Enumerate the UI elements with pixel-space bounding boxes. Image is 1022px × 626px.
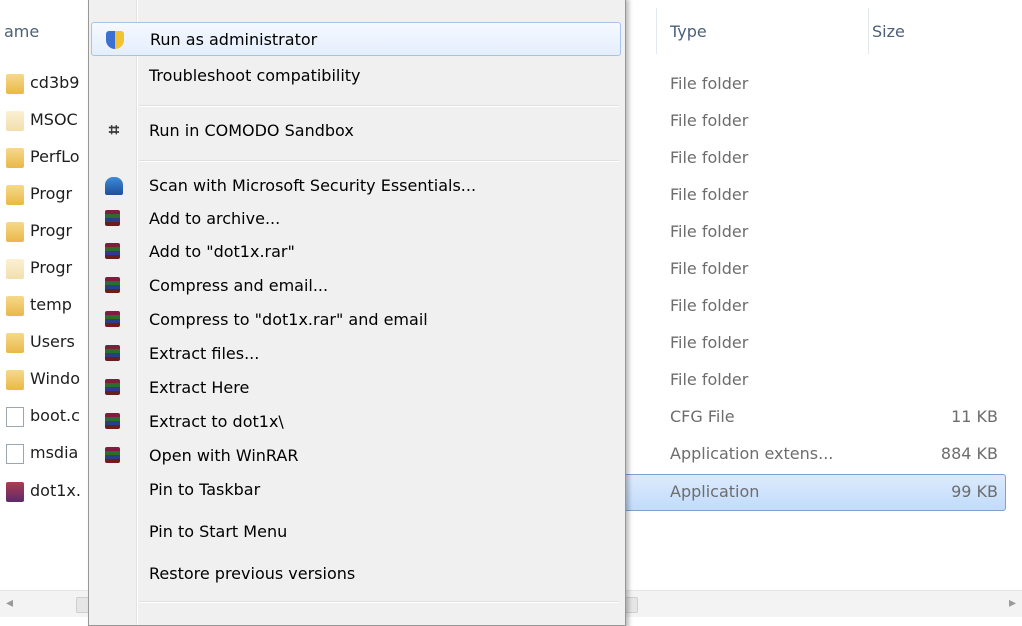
menu-item-label: Extract Here	[149, 378, 250, 397]
menu-item-compress-to-rar-and-email[interactable]: Compress to "dot1x.rar" and email	[91, 303, 621, 337]
file-name: msdia	[30, 443, 79, 462]
file-type: File folder	[670, 74, 749, 93]
folder-icon	[6, 333, 24, 353]
winrar-icon	[105, 311, 120, 327]
winrar-icon	[105, 243, 120, 259]
app-icon	[6, 482, 24, 502]
menu-separator	[139, 160, 619, 162]
folder-icon	[6, 74, 24, 94]
menu-item-label: Add to "dot1x.rar"	[149, 242, 295, 261]
menu-item-label: Open with WinRAR	[149, 446, 299, 465]
menu-item-scan-mse[interactable]: Scan with Microsoft Security Essentials.…	[91, 169, 621, 203]
file-name: Users	[30, 332, 75, 351]
scroll-left-arrow-icon[interactable]: ◂	[6, 595, 13, 611]
file-size: 884 KB	[940, 444, 998, 463]
file-size: 99 KB	[951, 482, 998, 501]
context-menu: Run as administrator Troubleshoot compat…	[88, 0, 626, 626]
file-name: Progr	[30, 184, 73, 203]
file-name: Progr	[30, 258, 73, 277]
folder-icon	[6, 222, 24, 242]
menu-item-label: Run in COMODO Sandbox	[149, 121, 354, 140]
menu-item-label: Troubleshoot compatibility	[149, 66, 361, 85]
file-type: File folder	[670, 148, 749, 167]
file-name: Progr	[30, 221, 73, 240]
folder-icon	[6, 111, 24, 131]
file-name: boot.c	[30, 406, 80, 425]
column-divider[interactable]	[656, 8, 657, 54]
shield-icon	[106, 31, 124, 49]
menu-item-label: Compress to "dot1x.rar" and email	[149, 310, 428, 329]
sandbox-icon: ⌗	[108, 120, 120, 141]
file-name: temp	[30, 295, 72, 314]
menu-item-label: Pin to Start Menu	[149, 522, 288, 541]
menu-item-label: Scan with Microsoft Security Essentials.…	[149, 176, 477, 195]
menu-item-open-with-winrar[interactable]: Open with WinRAR	[91, 439, 621, 473]
dll-icon	[6, 444, 24, 464]
file-type: File folder	[670, 259, 749, 278]
menu-item-label: Pin to Taskbar	[149, 480, 261, 499]
file-type: File folder	[670, 296, 749, 315]
menu-separator	[139, 105, 619, 107]
file-type: File folder	[670, 222, 749, 241]
winrar-icon	[105, 379, 120, 395]
menu-item-label: Extract files...	[149, 344, 260, 363]
folder-icon	[6, 259, 24, 279]
column-divider[interactable]	[868, 8, 869, 54]
file-icon	[6, 407, 24, 427]
menu-item-label: Restore previous versions	[149, 564, 356, 583]
file-name: Windo	[30, 369, 80, 388]
file-type: Application	[670, 482, 760, 501]
menu-item-extract-files[interactable]: Extract files...	[91, 337, 621, 371]
folder-icon	[6, 185, 24, 205]
file-type: Application extens...	[670, 444, 834, 463]
column-header-name[interactable]: ame	[4, 22, 39, 41]
menu-item-restore-previous-versions[interactable]: Restore previous versions	[91, 557, 621, 591]
scroll-right-arrow-icon[interactable]: ▸	[1009, 595, 1016, 611]
folder-icon	[6, 148, 24, 168]
file-name: cd3b9	[30, 73, 80, 92]
menu-item-extract-to-folder[interactable]: Extract to dot1x\	[91, 405, 621, 439]
folder-icon	[6, 370, 24, 390]
file-type: File folder	[670, 333, 749, 352]
menu-item-label: Extract to dot1x\	[149, 412, 284, 431]
file-name: MSOC	[30, 110, 78, 129]
winrar-icon	[105, 413, 120, 429]
menu-item-extract-here[interactable]: Extract Here	[91, 371, 621, 405]
file-type: File folder	[670, 370, 749, 389]
menu-item-pin-to-start-menu[interactable]: Pin to Start Menu	[91, 515, 621, 549]
menu-separator	[139, 601, 619, 603]
menu-item-label: Compress and email...	[149, 276, 329, 295]
menu-item-run-as-administrator[interactable]: Run as administrator	[91, 22, 621, 56]
winrar-icon	[105, 447, 120, 463]
mse-icon	[105, 177, 123, 195]
file-type: File folder	[670, 185, 749, 204]
column-header-size[interactable]: Size	[872, 22, 905, 41]
menu-item-troubleshoot-compatibility[interactable]: Troubleshoot compatibility	[91, 59, 621, 93]
menu-item-add-to-archive[interactable]: Add to archive...	[91, 202, 621, 236]
menu-item-label: Add to archive...	[149, 209, 281, 228]
file-size: 11 KB	[951, 407, 998, 426]
menu-item-pin-to-taskbar[interactable]: Pin to Taskbar	[91, 473, 621, 507]
file-name: PerfLo	[30, 147, 80, 166]
file-name: dot1x.	[30, 481, 81, 500]
winrar-icon	[105, 210, 120, 226]
menu-item-compress-and-email[interactable]: Compress and email...	[91, 269, 621, 303]
file-type: File folder	[670, 111, 749, 130]
winrar-icon	[105, 345, 120, 361]
menu-item-label: Run as administrator	[150, 30, 318, 49]
file-type: CFG File	[670, 407, 735, 426]
winrar-icon	[105, 277, 120, 293]
menu-item-run-in-comodo-sandbox[interactable]: ⌗ Run in COMODO Sandbox	[91, 114, 621, 148]
menu-item-add-to-rar[interactable]: Add to "dot1x.rar"	[91, 235, 621, 269]
folder-icon	[6, 296, 24, 316]
column-header-type[interactable]: Type	[670, 22, 707, 41]
